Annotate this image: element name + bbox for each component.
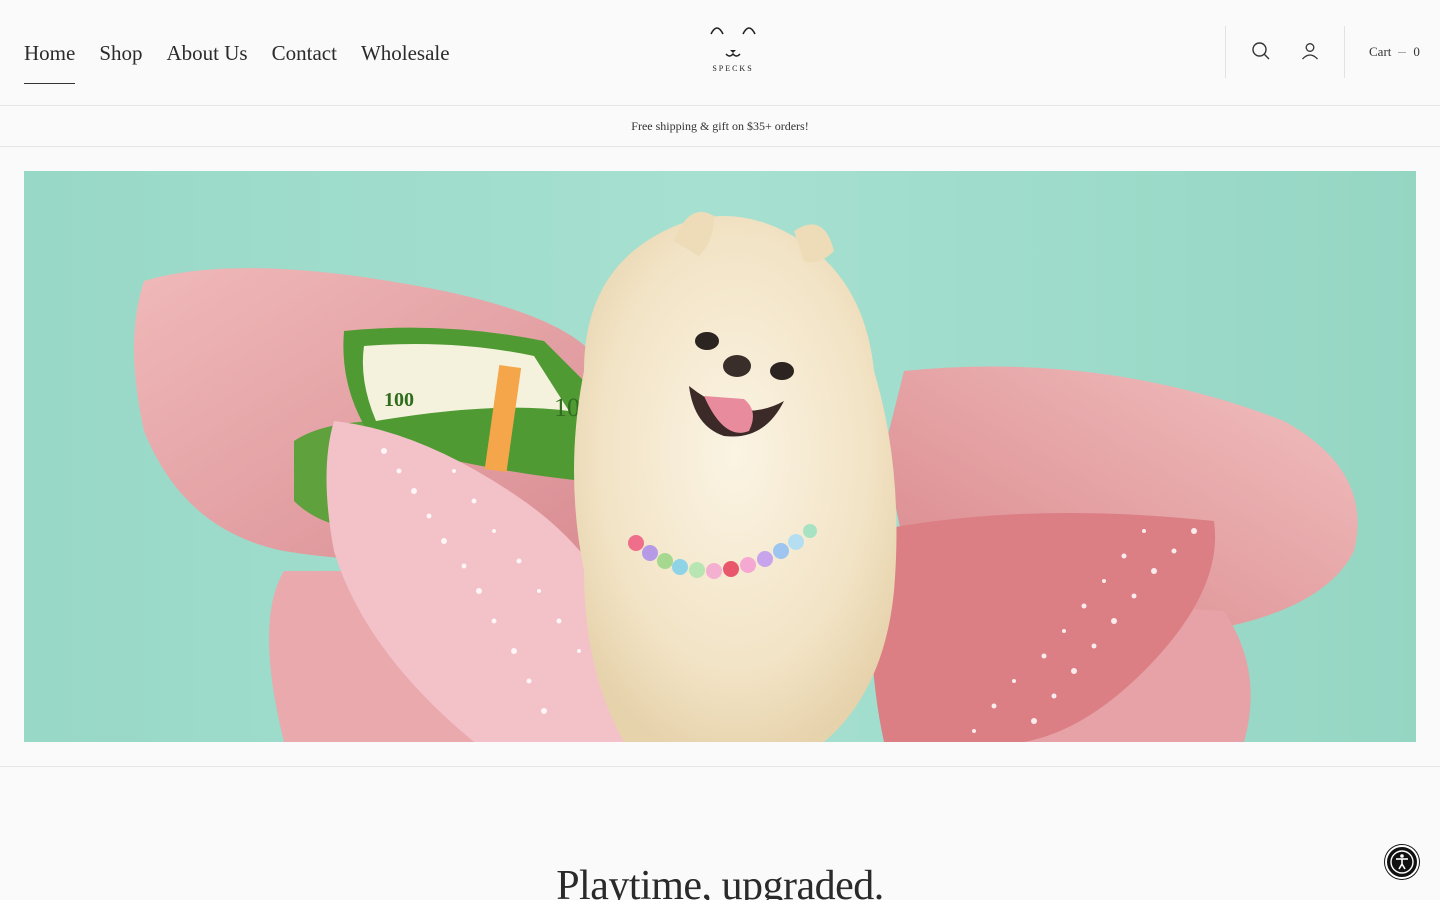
cart-separator: [1398, 51, 1407, 53]
nav-about-us[interactable]: About Us: [167, 0, 248, 106]
section-title: Playtime, upgraded.: [556, 863, 884, 900]
nav-wholesale[interactable]: Wholesale: [361, 0, 450, 106]
hero-image[interactable]: 100 100: [24, 171, 1416, 742]
cart-count: 0: [1413, 44, 1420, 59]
header-divider: [1344, 26, 1345, 78]
hero-illustration: 100 100: [24, 171, 1416, 742]
logo-text: SPECKS: [712, 64, 754, 73]
nav-shop[interactable]: Shop: [99, 0, 142, 106]
accessibility-icon[interactable]: [1385, 845, 1419, 879]
nav-home[interactable]: Home: [24, 0, 76, 106]
svg-text:100: 100: [384, 389, 414, 411]
dog: [574, 211, 897, 742]
account-icon[interactable]: [1299, 40, 1321, 62]
announcement-bar: Free shipping & gift on $35+ orders!: [0, 106, 1440, 147]
cat-face-logo-icon: [710, 27, 756, 57]
header-divider: [1225, 26, 1226, 78]
site-logo[interactable]: SPECKS: [704, 22, 762, 84]
cart-label: Cart: [1369, 44, 1392, 59]
nav-contact[interactable]: Contact: [272, 0, 337, 106]
site-header: Home Shop About Us Contact Wholesale SPE…: [0, 0, 1440, 106]
search-icon[interactable]: [1250, 40, 1272, 62]
cart-link[interactable]: Cart 0: [1369, 44, 1420, 60]
announcement-text: Free shipping & gift on $35+ orders!: [631, 118, 809, 133]
main-nav: Home Shop About Us Contact Wholesale: [24, 0, 474, 106]
section-divider: [0, 766, 1440, 767]
